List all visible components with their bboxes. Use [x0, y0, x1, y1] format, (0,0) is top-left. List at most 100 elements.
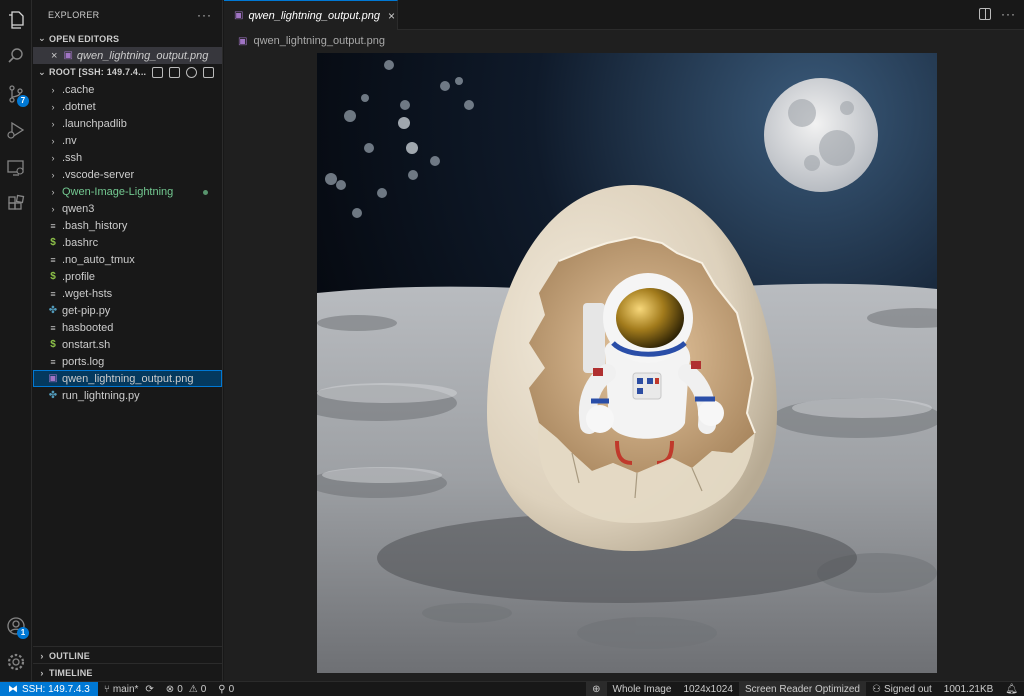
tree-item-ssh[interactable]: › .ssh [33, 149, 222, 166]
error-count: 0 [177, 683, 183, 695]
tree-item-label: onstart.sh [62, 338, 111, 351]
close-icon[interactable]: × [51, 50, 57, 62]
open-editor-item[interactable]: × ▣ qwen_lightning_output.png [33, 47, 222, 64]
tree-item-bash-history[interactable]: ≡ .bash_history [33, 217, 222, 234]
python-file-icon: ✤ [48, 390, 58, 401]
tree-item-profile[interactable]: $ .profile [33, 268, 222, 285]
search-icon[interactable] [4, 44, 28, 68]
tree-item-ports-log[interactable]: ≡ ports.log [33, 353, 222, 370]
settings-gear-icon[interactable] [4, 650, 28, 674]
tree-item-label: .cache [62, 83, 95, 96]
bell-icon: 🔔︎ [1005, 683, 1018, 695]
chevron-right-icon: › [51, 135, 55, 146]
tree-item-label: .wget-hsts [62, 287, 113, 300]
tree-item-hasbooted[interactable]: ≡ hasbooted [33, 319, 222, 336]
breadcrumb: ▣ qwen_lightning_output.png [224, 30, 1024, 52]
tree-item-label: ports.log [62, 355, 105, 368]
open-editors-section[interactable]: ⌄ OPEN EDITORS [33, 30, 222, 47]
activity-bar: 7 1 [0, 0, 32, 681]
image-file-icon: ▣ [63, 50, 73, 61]
warning-icon: ⚠ [188, 683, 198, 695]
explorer-sidebar: EXPLORER ··· ⌄ OPEN EDITORS × ▣ qwen_lig… [33, 0, 223, 681]
tree-item-label: Qwen-Image-Lightning [62, 185, 174, 198]
chevron-right-icon: › [51, 84, 55, 95]
outline-section[interactable]: › OUTLINE [33, 646, 222, 664]
tree-item-qwen-lightning-output[interactable]: ▣ qwen_lightning_output.png [33, 370, 222, 387]
source-control-badge: 7 [17, 95, 29, 107]
screen-reader-mode[interactable]: Screen Reader Optimized [738, 681, 866, 696]
remote-label: SSH: 149.7.4.3 [22, 683, 90, 695]
close-icon[interactable]: × [388, 9, 395, 23]
status-bar: ⧓ SSH: 149.7.4.3 ⑂ main* ⟳ ⊗ 0 ⚠ 0 ⚲ 0 ⊕… [0, 681, 1024, 696]
signed-out-label: Signed out [883, 683, 932, 695]
tree-item-no-auto-tmux[interactable]: ≡ .no_auto_tmux [33, 251, 222, 268]
run-debug-icon[interactable] [4, 118, 28, 142]
zoom-mode-label: Whole Image [612, 683, 672, 695]
chevron-right-icon: › [51, 118, 55, 129]
tree-item-qwen3[interactable]: › qwen3 [33, 200, 222, 217]
explorer-title: EXPLORER [48, 10, 100, 20]
more-actions-icon[interactable]: ··· [197, 8, 212, 22]
image-dimensions-label: 1024x1024 [683, 683, 733, 695]
tree-item-get-pip[interactable]: ✤ get-pip.py [33, 302, 222, 319]
branch-icon: ⑂ [103, 683, 110, 695]
preview-image[interactable] [317, 53, 937, 673]
explorer-header: EXPLORER ··· [33, 0, 222, 30]
tree-item-nv[interactable]: › .nv [33, 132, 222, 149]
tree-item-label: hasbooted [62, 321, 114, 334]
tree-item-qwen-image-lightning[interactable]: › Qwen-Image-Lightning [33, 183, 222, 200]
file-size: 1001.21KB [938, 682, 1000, 696]
chevron-right-icon: › [51, 186, 55, 197]
tree-item-label: get-pip.py [62, 304, 111, 317]
root-folder-title: ROOT [SSH: 149.7.4... [49, 67, 147, 77]
tree-item-onstart[interactable]: $ onstart.sh [33, 336, 222, 353]
timeline-section[interactable]: › TIMELINE [33, 663, 222, 681]
notifications-button[interactable]: 🔔︎ [999, 682, 1024, 696]
accounts-icon[interactable]: 1 [4, 614, 29, 639]
explorer-icon[interactable] [4, 8, 28, 32]
problems-indicator[interactable]: ⊗ 0 ⚠ 0 [160, 682, 212, 696]
image-dimensions: 1024x1024 [677, 682, 739, 696]
text-file-icon: ≡ [50, 254, 56, 265]
chevron-down-icon: ⌄ [38, 33, 46, 43]
tree-item-label: .launchpadlib [62, 117, 127, 130]
file-size-label: 1001.21KB [943, 683, 994, 695]
ports-indicator[interactable]: ⚲ 0 [212, 682, 240, 696]
tree-item-label: .bash_history [62, 219, 128, 232]
extensions-icon[interactable] [4, 192, 28, 216]
tree-item-cache[interactable]: › .cache [33, 81, 222, 98]
open-editor-label: qwen_lightning_output.png [76, 49, 209, 62]
refresh-icon[interactable] [186, 67, 197, 78]
root-folder-section[interactable]: ⌄ ROOT [SSH: 149.7.4... [33, 64, 222, 81]
tree-item-launchpadlib[interactable]: › .launchpadlib [33, 115, 222, 132]
tree-item-run-lightning[interactable]: ✤ run_lightning.py [33, 387, 222, 404]
remote-explorer-icon[interactable] [4, 156, 28, 180]
zoom-icon-button[interactable]: ⊕ [586, 681, 607, 696]
tree-item-vscode-server[interactable]: › .vscode-server [33, 166, 222, 183]
split-editor-icon[interactable] [979, 8, 991, 20]
image-file-icon: ▣ [238, 35, 248, 47]
git-branch[interactable]: ⑂ main* ⟳ [98, 682, 160, 696]
remote-indicator[interactable]: ⧓ SSH: 149.7.4.3 [0, 681, 98, 696]
tab-label: qwen_lightning_output.png [248, 9, 380, 22]
chevron-right-icon: › [40, 667, 44, 678]
breadcrumb-item[interactable]: qwen_lightning_output.png [253, 35, 385, 47]
tab-qwen-lightning-output[interactable]: ▣ qwen_lightning_output.png × [224, 0, 398, 30]
source-control-icon[interactable]: 7 [4, 82, 29, 107]
git-status-dot [203, 190, 208, 195]
tree-item-wget-hsts[interactable]: ≡ .wget-hsts [33, 285, 222, 302]
zoom-mode[interactable]: Whole Image [607, 682, 678, 696]
chevron-right-icon: › [51, 203, 55, 214]
tree-item-bashrc[interactable]: $ .bashrc [33, 234, 222, 251]
collapse-all-icon[interactable] [203, 67, 214, 78]
new-file-icon[interactable] [152, 67, 163, 78]
new-folder-icon[interactable] [169, 67, 180, 78]
warning-count: 0 [200, 683, 207, 695]
account-status[interactable]: ⚇ Signed out [866, 682, 938, 696]
tree-item-dotnet[interactable]: › .dotnet [33, 98, 222, 115]
chevron-right-icon: › [40, 650, 44, 661]
remote-icon: ⧓ [8, 683, 18, 695]
shell-file-icon: $ [50, 237, 56, 248]
sync-icon[interactable]: ⟳ [145, 684, 153, 695]
more-actions-icon[interactable]: ··· [1001, 8, 1016, 20]
